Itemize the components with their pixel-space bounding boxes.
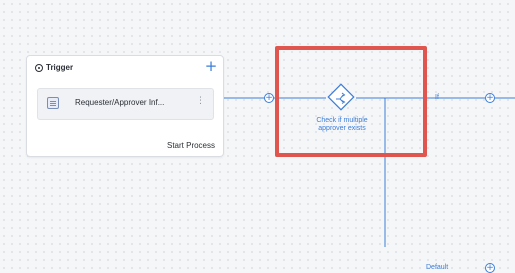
- trigger-header: Trigger: [35, 63, 73, 72]
- workflow-canvas[interactable]: Trigger + Requester/Approver Inf... ⋮ St…: [0, 0, 515, 273]
- add-trigger-step-button[interactable]: +: [204, 59, 218, 74]
- more-options-icon[interactable]: ⋮: [196, 96, 205, 106]
- start-process-label: Start Process: [166, 141, 215, 150]
- trigger-title: Trigger: [46, 63, 74, 72]
- decision-label: Check if multiple approver exists: [316, 117, 368, 132]
- trigger-card[interactable]: Trigger + Requester/Approver Inf... ⋮ St…: [26, 55, 224, 157]
- trigger-step-chip[interactable]: Requester/Approver Inf... ⋮: [37, 88, 214, 120]
- default-branch-label: Default: [426, 264, 449, 271]
- trigger-step-label: Requester/Approver Inf...: [75, 98, 165, 107]
- decision-node[interactable]: [326, 82, 356, 112]
- add-default-step-button[interactable]: +: [485, 263, 495, 273]
- trigger-icon: [35, 63, 43, 72]
- add-node-button[interactable]: +: [264, 93, 274, 103]
- form-icon: [47, 97, 59, 109]
- branch-icon: [327, 83, 355, 111]
- add-if-step-button[interactable]: +: [485, 93, 495, 103]
- if-branch-label: If: [435, 94, 439, 101]
